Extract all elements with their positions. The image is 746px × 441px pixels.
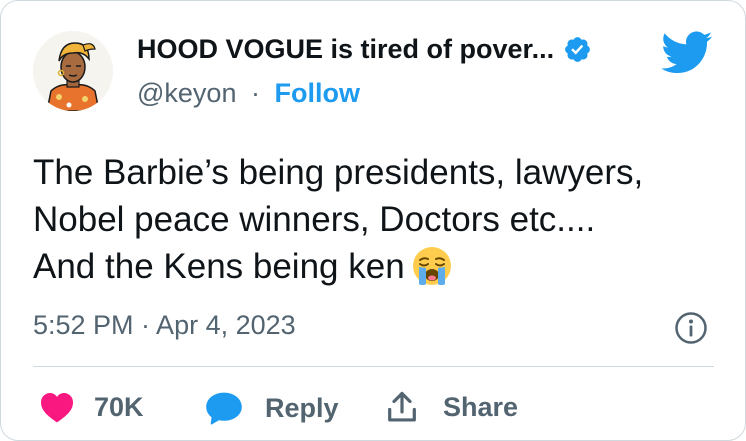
share-button[interactable]: Share [387,391,518,423]
tweet-timestamp[interactable]: 5:52 PM · Apr 4, 2023 [33,310,296,341]
divider [33,366,714,367]
loudly-crying-face-icon [411,245,453,287]
tweet-line: And the Kens being ken [33,243,723,290]
verified-badge-icon [563,35,592,64]
display-name[interactable]: HOOD VOGUE is tired of pover... [137,34,554,65]
reply-button[interactable]: Reply [204,391,339,425]
reply-bubble-icon [206,392,242,425]
tweet-line: Nobel peace winners, Doctors etc.... [33,200,596,239]
tweet-line: The Barbie’s being presidents, lawyers, [33,153,644,192]
info-icon[interactable] [674,311,708,345]
twitter-bird-icon[interactable] [661,31,713,75]
reply-label: Reply [265,392,339,423]
author-handle[interactable]: @keyon [137,78,236,108]
avatar[interactable] [33,31,113,111]
author-name-row: HOOD VOGUE is tired of pover... [137,34,592,65]
avatar-illustration [33,31,113,111]
follow-button[interactable]: Follow [275,78,360,108]
like-count: 70K [94,391,144,422]
like-button[interactable]: 70K [39,391,144,423]
tweet-line-text: And the Kens being ken [33,247,405,286]
tweet-text: The Barbie’s being presidents, lawyers, … [33,149,723,290]
handle-row: @keyon · Follow [137,78,360,109]
heart-icon [41,393,73,423]
tweet-card: HOOD VOGUE is tired of pover... @keyon ·… [0,0,746,441]
share-upload-icon [388,391,416,422]
share-label: Share [443,391,519,422]
separator-dot: · [250,78,260,108]
action-bar: 70K Reply Share [1,381,745,437]
